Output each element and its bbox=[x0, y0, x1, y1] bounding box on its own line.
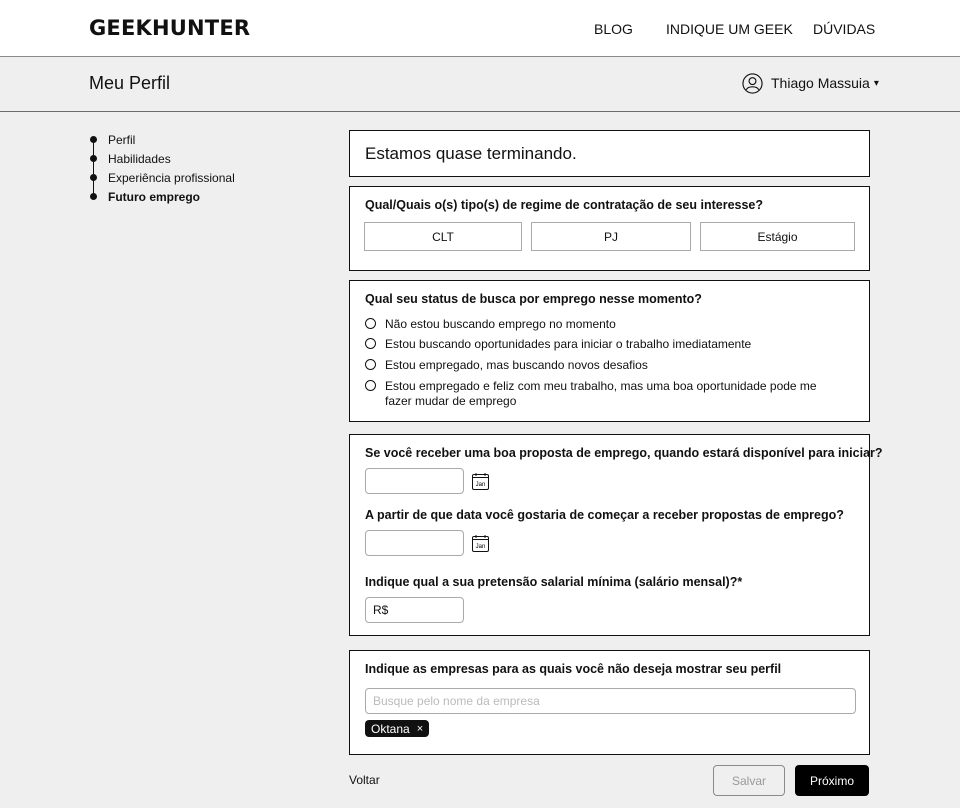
status-option-radio[interactable]: Não estou buscando emprego no momento bbox=[365, 317, 825, 332]
chevron-down-icon[interactable]: ▾ bbox=[874, 78, 879, 89]
next-button[interactable]: Próximo bbox=[795, 765, 869, 796]
step-dot-icon bbox=[90, 174, 97, 181]
top-navigation-bar: GEEKHUNTER BLOG INDIQUE UM GEEK DÚVIDAS bbox=[0, 0, 960, 57]
calendar-icon[interactable]: Jan bbox=[472, 535, 489, 552]
profile-header: Meu Perfil Thiago Massuia ▾ bbox=[0, 57, 960, 112]
proposals-date-input[interactable] bbox=[365, 530, 464, 556]
regime-clt-button[interactable]: CLT bbox=[364, 222, 522, 251]
geekhunter-logo[interactable]: GEEKHUNTER bbox=[89, 16, 250, 40]
user-avatar-icon bbox=[742, 72, 763, 94]
step-label: Habilidades bbox=[108, 151, 171, 166]
status-option-radio[interactable]: Estou empregado, mas buscando novos desa… bbox=[365, 358, 825, 373]
close-icon[interactable]: × bbox=[417, 723, 423, 735]
company-search-input[interactable] bbox=[365, 688, 856, 714]
step-label: Perfil bbox=[108, 132, 136, 147]
user-menu[interactable]: Thiago Massuia ▾ bbox=[742, 69, 879, 97]
status-option-label: Estou buscando oportunidades para inicia… bbox=[385, 337, 752, 351]
regime-question: Qual/Quais o(s) tipo(s) de regime de con… bbox=[365, 198, 764, 212]
save-button[interactable]: Salvar bbox=[713, 765, 785, 796]
status-question: Qual seu status de busca por emprego nes… bbox=[365, 292, 702, 306]
step-dot-icon bbox=[90, 136, 97, 143]
status-option-radio[interactable]: Estou empregado e feliz com meu trabalho… bbox=[365, 379, 825, 409]
availability-card: Se você receber uma boa proposta de empr… bbox=[349, 434, 883, 636]
regime-card: Qual/Quais o(s) tipo(s) de regime de con… bbox=[349, 186, 870, 271]
nav-duvidas-link[interactable]: DÚVIDAS bbox=[813, 21, 875, 37]
step-dot-icon bbox=[90, 193, 97, 200]
start-date-question: Se você receber uma boa proposta de empr… bbox=[365, 446, 883, 460]
start-date-input[interactable] bbox=[365, 468, 464, 494]
step-label: Experiência profissional bbox=[108, 170, 235, 185]
step-futuro-emprego[interactable]: Futuro emprego bbox=[89, 187, 200, 206]
step-dot-icon bbox=[90, 155, 97, 162]
receive-proposals-question: A partir de que data você gostaria de co… bbox=[365, 508, 844, 522]
blocked-companies-question: Indique as empresas para as quais você n… bbox=[365, 662, 782, 676]
back-link[interactable]: Voltar bbox=[349, 773, 380, 787]
company-tag-label: Oktana bbox=[371, 721, 410, 736]
status-option-label: Estou empregado, mas buscando novos desa… bbox=[385, 358, 648, 372]
company-tag: Oktana × bbox=[365, 720, 430, 737]
profile-steps: Perfil Habilidades Experiência profissio… bbox=[89, 130, 235, 206]
nav-blog-link[interactable]: BLOG bbox=[594, 21, 633, 37]
calendar-icon[interactable]: Jan bbox=[472, 473, 489, 490]
blocked-companies-card: Indique as empresas para as quais você n… bbox=[349, 650, 870, 755]
salary-input[interactable] bbox=[365, 597, 464, 623]
page-title: Meu Perfil bbox=[89, 73, 171, 93]
step-label: Futuro emprego bbox=[108, 189, 200, 204]
radio-circle-icon bbox=[365, 359, 376, 370]
status-option-label: Não estou buscando emprego no momento bbox=[385, 317, 616, 331]
step-perfil[interactable]: Perfil bbox=[89, 130, 135, 149]
step-habilidades[interactable]: Habilidades bbox=[89, 149, 171, 168]
radio-circle-icon bbox=[365, 338, 376, 349]
nav-indique-link[interactable]: INDIQUE UM GEEK bbox=[666, 21, 793, 37]
radio-circle-icon bbox=[365, 318, 376, 329]
salary-question: Indique qual a sua pretensão salarial mí… bbox=[365, 575, 743, 589]
calendar-month-label: Jan bbox=[476, 544, 486, 550]
intro-card: Estamos quase terminando. bbox=[349, 130, 870, 177]
radio-circle-icon bbox=[365, 380, 376, 391]
regime-pj-button[interactable]: PJ bbox=[531, 222, 691, 251]
step-experiencia[interactable]: Experiência profissional bbox=[89, 168, 235, 187]
status-option-radio[interactable]: Estou buscando oportunidades para inicia… bbox=[365, 337, 825, 352]
intro-heading: Estamos quase terminando. bbox=[365, 144, 577, 163]
calendar-month-label: Jan bbox=[476, 482, 486, 488]
status-card: Qual seu status de busca por emprego nes… bbox=[349, 280, 870, 422]
regime-estagio-button[interactable]: Estágio bbox=[700, 222, 855, 251]
status-option-label: Estou empregado e feliz com meu trabalho… bbox=[385, 379, 817, 408]
user-name: Thiago Massuia bbox=[771, 75, 870, 91]
